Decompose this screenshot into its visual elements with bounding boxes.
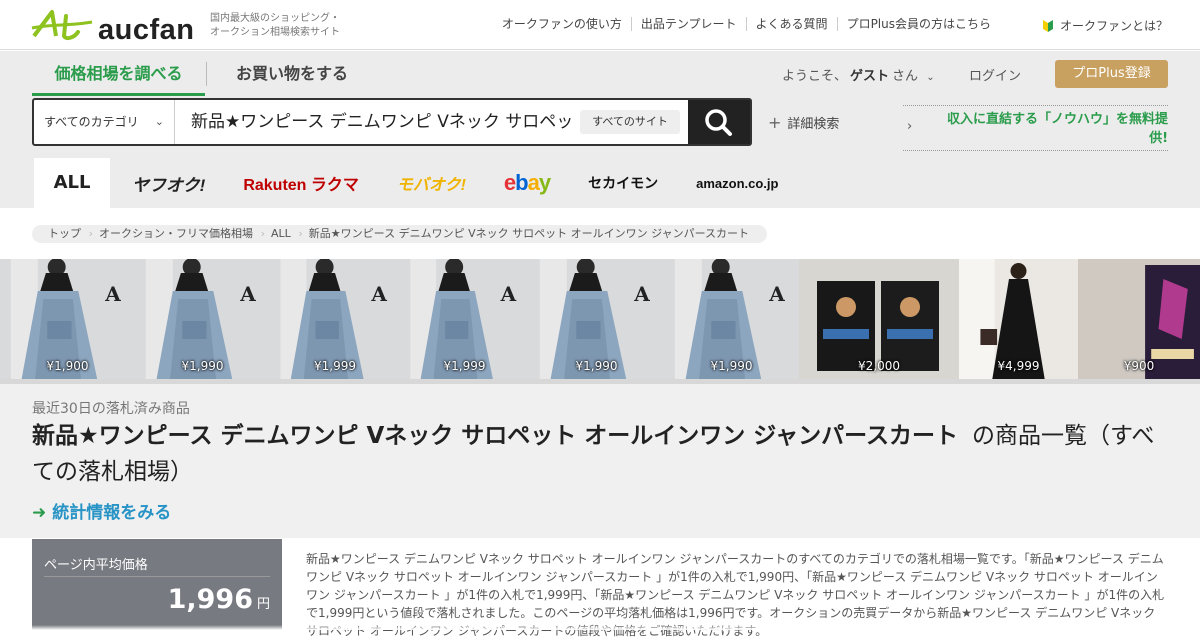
search-band: 価格相場を調べる お買い物をする ようこそ、 ゲスト さん ⌄ ログイン プロPlu… bbox=[0, 51, 1200, 208]
tagline-line-1: 国内最大級のショッピング・ bbox=[210, 13, 340, 24]
svg-text:A: A bbox=[370, 282, 387, 306]
site-tab-sekaimon[interactable]: セカイモン bbox=[588, 173, 658, 193]
site-tab-all[interactable]: ALL bbox=[34, 158, 110, 208]
site-select[interactable]: すべてのサイト bbox=[580, 110, 680, 134]
chevron-down-icon: ⌄ bbox=[926, 72, 935, 83]
site-tabs: ALL ヤフオク! Rakuten ラクマ モバオク! ebay セカイモン a… bbox=[34, 158, 794, 208]
chevron-down-icon: ⌄ bbox=[154, 115, 164, 128]
advanced-search-link[interactable]: + 詳細検索 bbox=[768, 113, 839, 132]
product-thumbnail[interactable]: ¥4,999 bbox=[959, 259, 1078, 379]
advanced-search-label: 詳細検索 bbox=[787, 117, 840, 132]
what-is-aucfan-link[interactable]: オークファンとは？ bbox=[1042, 17, 1168, 34]
site-tab-ebay[interactable]: ebay bbox=[503, 170, 551, 196]
nav-pro-members[interactable]: プロPlus会員の方はこちら bbox=[836, 17, 1000, 31]
nav-listing-template[interactable]: 出品テンプレート bbox=[630, 17, 746, 31]
svg-text:A: A bbox=[104, 282, 121, 306]
tagline-line-2: オークション相場検索サイト bbox=[210, 27, 340, 38]
ebay-y: y bbox=[538, 170, 551, 195]
product-thumbnail[interactable]: A ¥1,990 bbox=[529, 259, 664, 379]
site-tab-yahuoku[interactable]: ヤフオク! bbox=[132, 171, 205, 196]
thumbnail-price: ¥4,999 bbox=[997, 359, 1040, 373]
search-box: すべてのカテゴリ ⌄ 新品★ワンピース デニムワンピ Vネック サロペット オー… bbox=[32, 98, 752, 146]
average-price-divider bbox=[44, 576, 270, 577]
chevron-right-icon: › bbox=[907, 119, 913, 134]
svg-text:A: A bbox=[768, 282, 785, 306]
product-thumbnail[interactable]: A ¥1,999 bbox=[270, 259, 400, 379]
top-nav: オークファンの使い方 出品テンプレート よくある質問 プロPlus会員の方はこち… bbox=[493, 17, 1000, 31]
beginner-mark-icon bbox=[1042, 19, 1053, 32]
bottom-fade bbox=[0, 625, 1200, 630]
thumbnail-price: ¥1,990 bbox=[575, 359, 618, 373]
welcome-prefix: ようこそ、 bbox=[782, 69, 848, 84]
welcome-suffix: さん bbox=[892, 69, 919, 84]
guest-name: ゲスト bbox=[850, 69, 890, 84]
page-title-keyword: 新品★ワンピース デニムワンピ Vネック サロペット オールインワン ジャンパー… bbox=[32, 423, 959, 449]
product-thumbnail[interactable]: A ¥1,990 bbox=[664, 259, 799, 379]
search-button[interactable] bbox=[688, 100, 750, 144]
average-price-unit: 円 bbox=[256, 597, 270, 612]
aucfan-logo[interactable]: aucfan bbox=[30, 8, 200, 46]
thumbnail-price: ¥2,000 bbox=[858, 359, 900, 373]
product-thumbnail[interactable]: A ¥1,999 bbox=[400, 259, 529, 379]
top-header: aucfan 国内最大級のショッピング・ オークション相場検索サイト オークファ… bbox=[0, 0, 1200, 50]
tab-shopping[interactable]: お買い物をする bbox=[236, 60, 348, 88]
page-title: 新品★ワンピース デニムワンピ Vネック サロペット オールインワン ジャンパー… bbox=[32, 418, 1162, 490]
pro-plus-register-button[interactable]: プロPlus登録 bbox=[1055, 60, 1168, 88]
average-price-value: 1,996 円 bbox=[168, 584, 270, 615]
nav-how-to-use[interactable]: オークファンの使い方 bbox=[493, 17, 631, 31]
svg-text:A: A bbox=[500, 282, 517, 306]
product-thumbnail[interactable]: ¥2,000 bbox=[799, 259, 959, 379]
welcome-text[interactable]: ようこそ、 ゲスト さん ⌄ bbox=[782, 65, 935, 84]
breadcrumb: トップ オークション・フリマ価格相場 ALL 新品★ワンピース デニムワンピ V… bbox=[32, 225, 768, 243]
recent-sold-label: 最近30日の落札済み商品 bbox=[32, 401, 190, 417]
login-link[interactable]: ログイン bbox=[969, 65, 1021, 84]
tab-price-check[interactable]: 価格相場を調べる bbox=[32, 60, 205, 96]
results-header: 最近30日の落札済み商品 新品★ワンピース デニムワンピ Vネック サロペット … bbox=[0, 384, 1200, 538]
average-price-box: ページ内平均価格 1,996 円 bbox=[32, 539, 282, 630]
tab-divider bbox=[206, 62, 207, 86]
site-tab-rakuma[interactable]: Rakuten ラクマ bbox=[243, 171, 359, 195]
ebay-a: a bbox=[527, 170, 540, 195]
what-is-label: オークファンとは？ bbox=[1059, 19, 1168, 33]
category-select-value: すべてのカテゴリ bbox=[44, 115, 139, 129]
promo-text: 収入に直結する「ノウハウ」を無料提供! bbox=[946, 112, 1168, 146]
site-tab-amazon[interactable]: amazon.co.jp bbox=[696, 176, 778, 191]
search-icon bbox=[705, 109, 732, 136]
product-thumbnail-strip: A ¥1,900 A ¥1,990 A ¥1,999 A ¥1,999 A ¥1… bbox=[0, 259, 1200, 379]
average-price-number: 1,996 bbox=[167, 584, 253, 615]
svg-text:A: A bbox=[239, 282, 256, 306]
average-price-label: ページ内平均価格 bbox=[44, 558, 148, 573]
ebay-b: b bbox=[515, 170, 528, 195]
view-stats-label: 統計情報をみる bbox=[52, 503, 172, 523]
ebay-e: e bbox=[503, 170, 516, 195]
breadcrumb-top[interactable]: トップ bbox=[40, 225, 93, 243]
svg-text:A: A bbox=[633, 282, 650, 306]
tagline: 国内最大級のショッピング・ オークション相場検索サイト bbox=[210, 12, 340, 40]
site-tab-mobaoku[interactable]: モバオク! bbox=[397, 171, 466, 195]
promo-banner[interactable]: › 収入に直結する「ノウハウ」を無料提供! bbox=[903, 105, 1168, 151]
product-thumbnail[interactable]: ¥900 bbox=[1078, 259, 1200, 379]
breadcrumb-auction-prices[interactable]: オークション・フリマ価格相場 bbox=[91, 225, 265, 243]
plus-icon: + bbox=[768, 113, 782, 132]
thumbnail-price: ¥1,990 bbox=[181, 359, 224, 373]
category-select[interactable]: すべてのカテゴリ ⌄ bbox=[34, 100, 175, 144]
thumbnail-price: ¥1,999 bbox=[314, 359, 356, 373]
aucfan-logo-icon bbox=[31, 10, 93, 41]
breadcrumb-all[interactable]: ALL bbox=[263, 225, 303, 243]
breadcrumb-current: 新品★ワンピース デニムワンピ Vネック サロペット オールインワン ジャンパー… bbox=[308, 227, 750, 240]
thumbnail-price: ¥1,900 bbox=[46, 359, 89, 373]
product-thumbnail[interactable]: A ¥1,900 bbox=[0, 259, 135, 379]
thumbnail-price: ¥900 bbox=[1123, 359, 1155, 373]
search-input[interactable]: 新品★ワンピース デニムワンピ Vネック サロペット オールインワン ジャンパー… bbox=[191, 100, 571, 144]
view-stats-link[interactable]: ➜ 統計情報をみる bbox=[32, 498, 171, 523]
logo-text: aucfan bbox=[98, 14, 195, 46]
thumbnail-price: ¥1,990 bbox=[710, 359, 753, 373]
product-thumbnail[interactable]: A ¥1,990 bbox=[135, 259, 270, 379]
thumbnail-price: ¥1,999 bbox=[443, 359, 486, 373]
arrow-right-icon: ➜ bbox=[32, 503, 47, 523]
nav-faq[interactable]: よくある質問 bbox=[745, 17, 837, 31]
